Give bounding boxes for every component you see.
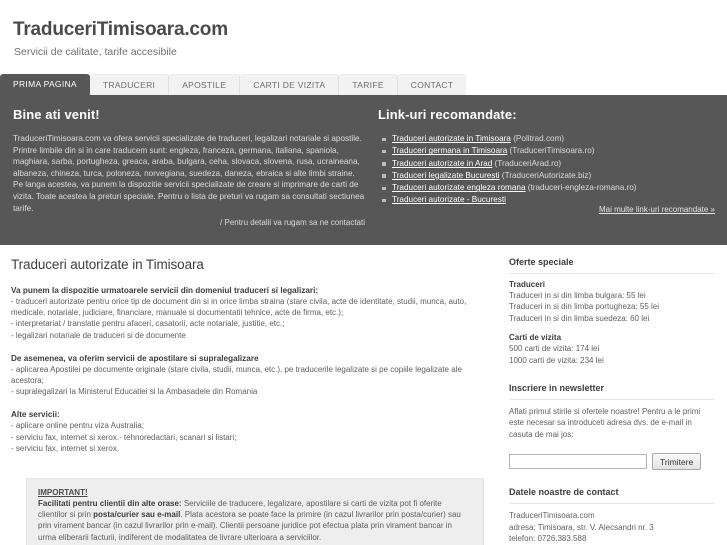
contact-heading: Datele noastre de contact bbox=[509, 487, 715, 505]
newsletter-heading: Inscriere in newsletter bbox=[509, 383, 715, 401]
important-text: Facilitati pentru clientii din alte oras… bbox=[38, 498, 472, 543]
sidebar: Oferte speciale Traduceri Traduceri in s… bbox=[509, 257, 715, 545]
service-block-apostilare: De asemenea, va oferim servicii de apost… bbox=[11, 354, 484, 398]
recommended-links-column: Link-uri recomandate: Traduceri autoriza… bbox=[378, 107, 715, 207]
service-block-heading: Va punem la dispozitie urmatoarele servi… bbox=[11, 286, 319, 295]
offer-row: 1000 carti de vizita: 234 lei bbox=[509, 355, 604, 365]
service-block-alte-servicii: Alte servicii: - aplicare online pentru … bbox=[11, 410, 484, 454]
tab-carti-de-vizita[interactable]: CARTI DE VIZITA bbox=[240, 74, 340, 95]
more-links-wrapper: Mai multe link-uri recomandate » bbox=[599, 205, 715, 214]
service-block-body: - aplicarea Apostilei pe documente origi… bbox=[11, 364, 462, 397]
recommended-link[interactable]: Traduceri autorizate in Timisoara bbox=[392, 134, 511, 143]
important-bold-1: posta/curier sau e-mail bbox=[93, 510, 181, 520]
offer-row: Traduceri in si din limba bulgara: 55 le… bbox=[509, 291, 646, 300]
service-block-traduceri: Va punem la dispozitie urmatoarele servi… bbox=[11, 286, 484, 341]
contact-line: telefon: 0726.383.588 bbox=[509, 534, 587, 544]
page-root: Prima pagina·Adaugă la favorite!·Contact… bbox=[0, 0, 727, 545]
welcome-column: Bine ati venit! TraduceriTimisoara.com v… bbox=[13, 107, 365, 214]
tab-apostile[interactable]: APOSTILE bbox=[169, 74, 241, 95]
main-content: Traduceri autorizate in Timisoara Va pun… bbox=[11, 257, 484, 467]
important-lead: Facilitati pentru clientii din alte oras… bbox=[38, 499, 182, 508]
recommended-link-suffix: (TraduceriAutorizate.biz) bbox=[499, 170, 592, 180]
main-area: Traduceri autorizate in Timisoara Va pun… bbox=[0, 245, 727, 545]
list-item: Traduceri germana in Timisoara (Traducer… bbox=[382, 145, 715, 157]
service-block-body: - traduceri autorizate pentru orice tip … bbox=[11, 297, 467, 340]
newsletter-form: Trimitere bbox=[509, 453, 715, 471]
service-block-body: - aplicare online pentru viza Australia;… bbox=[11, 421, 237, 453]
welcome-heading: Bine ati venit! bbox=[13, 107, 100, 122]
sidebar-section-newsletter: Inscriere in newsletter Aflati primul st… bbox=[509, 383, 715, 471]
recommended-link-suffix: (TraduceriTimisoara.ro) bbox=[507, 146, 595, 156]
site-title[interactable]: TraduceriTimisoara.com bbox=[13, 19, 228, 41]
newsletter-text: Aflati primul stirile si ofertele noastr… bbox=[509, 407, 701, 439]
main-navigation-tabs: PRIMA PAGINA TRADUCERI APOSTILE CARTI DE… bbox=[0, 74, 727, 95]
list-item: Traduceri autorizate engleza romana (tra… bbox=[382, 182, 715, 194]
tab-tarife[interactable]: TARIFE bbox=[339, 74, 398, 95]
recommended-link-suffix: (TraduceriArad.ro) bbox=[492, 158, 562, 168]
recommended-link-suffix: (traduceri-engleza-romana.ro) bbox=[525, 183, 637, 193]
important-notice-box: IMPORTANT! Facilitati pentru clientii di… bbox=[26, 478, 484, 545]
sidebar-section-offers: Oferte speciale Traduceri Traduceri in s… bbox=[509, 257, 715, 366]
sidebar-section-contact: Datele noastre de contact TraduceriTimis… bbox=[509, 487, 715, 544]
site-tagline: Servicii de calitate, tarife accesibile bbox=[14, 46, 177, 58]
important-label: IMPORTANT! bbox=[38, 488, 88, 497]
welcome-note: / Pentru detalii va rugam sa ne contacta… bbox=[220, 218, 365, 227]
recommended-link[interactable]: Traduceri autorizate in Arad bbox=[392, 159, 492, 168]
offer-row: 500 carti de vizita: 174 lei bbox=[509, 344, 600, 354]
offers-heading: Oferte speciale bbox=[509, 257, 715, 274]
recommended-links-list: Traduceri autorizate in Timisoara (Polit… bbox=[378, 133, 715, 207]
list-item: Traduceri autorizate in Arad (TraduceriA… bbox=[382, 158, 715, 170]
contact-line: adresa: Timisoara, str. V. Alecsandri nr… bbox=[509, 522, 654, 532]
list-item: Traduceri autorizate in Timisoara (Polit… bbox=[382, 133, 715, 145]
service-block-heading: De asemenea, va oferim servicii de apost… bbox=[11, 353, 259, 363]
hero-banner: Bine ati venit! TraduceriTimisoara.com v… bbox=[0, 95, 727, 245]
newsletter-email-input[interactable] bbox=[509, 454, 647, 470]
recommended-links-heading: Link-uri recomandate: bbox=[378, 107, 517, 122]
list-item: Traduceri legalizate Bucuresti (Traducer… bbox=[382, 170, 715, 182]
more-recommended-links-link[interactable]: Mai multe link-uri recomandate » bbox=[599, 205, 715, 214]
recommended-link[interactable]: Traduceri germana in Timisoara bbox=[392, 146, 507, 155]
recommended-link-suffix: (Politrad.com) bbox=[510, 134, 565, 143]
tab-prima-pagina[interactable]: PRIMA PAGINA bbox=[0, 74, 90, 95]
newsletter-submit-button[interactable]: Trimitere bbox=[652, 453, 702, 471]
offers-subheading-carti-de-vizita: Carti de vizita bbox=[509, 333, 562, 343]
recommended-link[interactable]: Traduceri autorizate engleza romana bbox=[392, 183, 526, 192]
service-block-heading: Alte servicii: bbox=[11, 410, 60, 420]
welcome-body: TraduceriTimisoara.com va ofera servicii… bbox=[13, 134, 365, 213]
site-header: TraduceriTimisoara.com Servicii de calit… bbox=[0, 0, 727, 72]
contact-line: TraduceriTimisoara.com bbox=[509, 511, 595, 521]
recommended-link[interactable]: Traduceri autorizate - Bucuresti bbox=[392, 195, 506, 204]
recommended-link[interactable]: Traduceri legalizate Bucuresti bbox=[392, 171, 500, 180]
tab-contact[interactable]: CONTACT bbox=[397, 74, 467, 95]
tab-traduceri[interactable]: TRADUCERI bbox=[89, 74, 170, 95]
offers-subheading-traduceri: Traduceri bbox=[509, 280, 546, 289]
page-title: Traduceri autorizate in Timisoara bbox=[11, 257, 204, 272]
offer-row: Traduceri in si din limba suedeza: 60 le… bbox=[509, 313, 650, 323]
offer-row: Traduceri in si din limba portugheza: 55… bbox=[509, 302, 660, 312]
